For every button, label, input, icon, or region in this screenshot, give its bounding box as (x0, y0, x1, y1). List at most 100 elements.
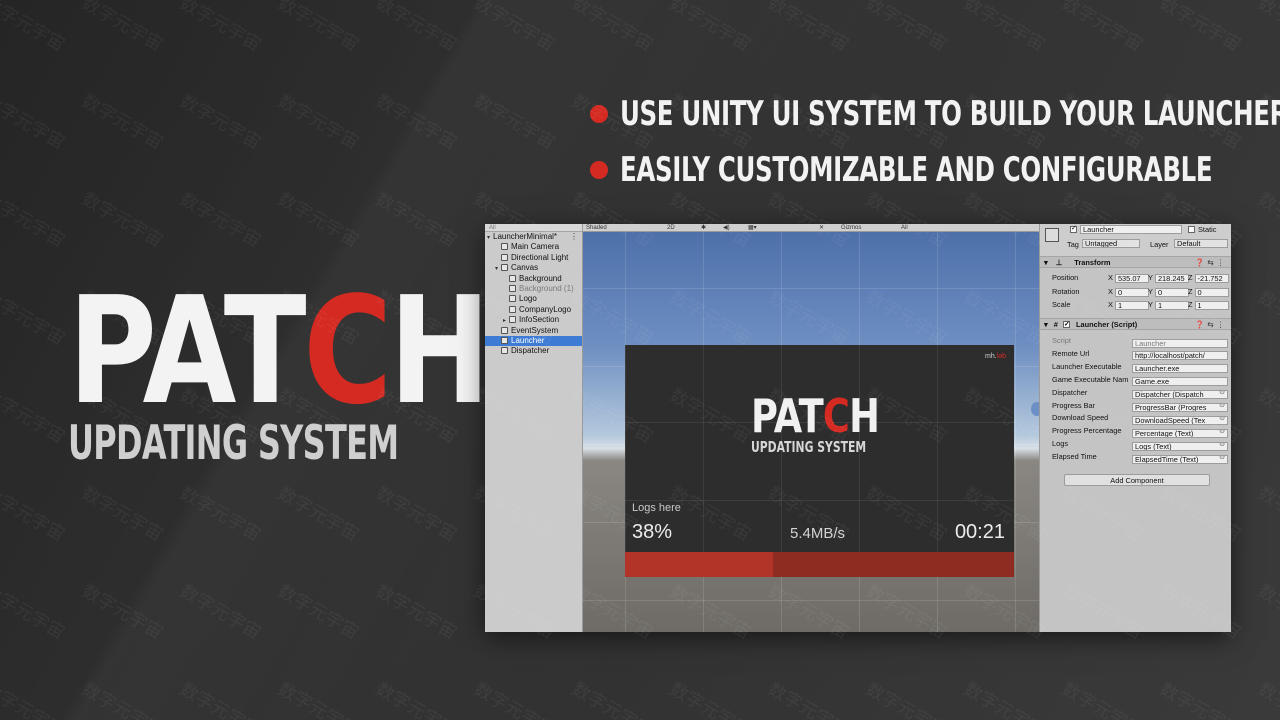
watermark-text: 数字元宇宙 (1254, 482, 1280, 546)
inspector-panel: Launcher Static Tag Untagged Layer Defau… (1039, 224, 1231, 632)
watermark-text: 数字元宇宙 (764, 678, 853, 720)
watermark-text: 数字元宇宙 (1254, 678, 1280, 720)
watermark-text: 数字元宇宙 (78, 678, 167, 720)
hierarchy-item-label: Directional Light (511, 252, 569, 262)
script-field-label: Logs (1052, 439, 1069, 449)
hierarchy-item-label: Canvas (511, 263, 539, 273)
scene-view[interactable]: Shaded 2D ✱ ◀) ▦▾ ✕ Gizmos All mh.lab PA… (583, 224, 1039, 632)
script-field-value[interactable]: Logs (Text) (1132, 441, 1228, 451)
active-checkbox[interactable] (1070, 224, 1077, 233)
watermark-text: 数字元宇宙 (1156, 678, 1245, 720)
hierarchy-item[interactable]: Launcher (485, 335, 582, 347)
foldout-arrow-icon[interactable]: ▾ (1044, 258, 1048, 267)
script-field-value[interactable]: Game.exe (1132, 377, 1228, 387)
script-field-value[interactable]: Percentage (Text) (1132, 428, 1228, 438)
watermark-text: 数字元宇宙 (0, 0, 69, 56)
script-field-value[interactable]: http://localhost/patch/ (1132, 351, 1228, 361)
watermark-text: 数字元宇宙 (274, 580, 363, 644)
watermark-text: 数字元宇宙 (0, 384, 69, 448)
feature-item: EASILY CUSTOMIZABLE AND CONFIGURABLE (590, 142, 1280, 198)
scale-y-field[interactable]: 1 (1154, 300, 1189, 310)
scale-z-field[interactable]: 1 (1194, 300, 1229, 310)
transform-header[interactable]: ▾ ⊥ Transform ❓⇆⋮ (1040, 256, 1231, 268)
hierarchy-item[interactable]: Main Camera (485, 242, 582, 252)
hierarchy-item-label: EventSystem (511, 325, 559, 335)
static-checkbox[interactable] (1188, 226, 1195, 233)
script-enabled-checkbox[interactable] (1062, 319, 1070, 330)
add-component-button[interactable]: Add Component (1064, 474, 1210, 486)
script-icon: # (1053, 320, 1058, 329)
gameobject-icon (501, 253, 508, 261)
script-field-value[interactable]: DownloadSpeed (Tex (1132, 415, 1228, 425)
shading-mode-dropdown[interactable]: Shaded (586, 224, 607, 232)
audio-toggle-icon[interactable]: ◀) (723, 224, 730, 232)
script-field-value[interactable]: Launcher.exe (1132, 364, 1228, 374)
hierarchy-item-label: LauncherMinimal* (493, 232, 558, 241)
watermark-text: 数字元宇宙 (1058, 0, 1147, 56)
hierarchy-item[interactable]: Dispatcher (485, 346, 582, 356)
hierarchy-item-label: Dispatcher (511, 346, 550, 356)
hierarchy-item[interactable]: ▸ InfoSection (485, 315, 582, 325)
lighting-toggle-icon[interactable]: ✱ (701, 224, 706, 232)
watermark-text: 数字元宇宙 (176, 0, 265, 56)
position-x-field[interactable]: 535.07 (1114, 273, 1149, 283)
hierarchy-item[interactable]: EventSystem (485, 326, 582, 336)
script-field-value[interactable]: ElapsedTime (Text) (1132, 454, 1228, 464)
hierarchy-item-label: Logo (519, 294, 537, 304)
script-field-value[interactable]: Launcher (1132, 338, 1228, 348)
position-row: Position X 535.07 Y 218.245 Z -21.752 (1040, 272, 1231, 285)
component-menu-icons[interactable]: ❓⇆⋮ (1195, 319, 1227, 330)
hierarchy-item[interactable]: ▾ Canvas (485, 263, 582, 273)
scene-gizmo-icon[interactable] (1031, 402, 1039, 416)
script-field-value[interactable]: ProgressBar (Progres (1132, 403, 1228, 413)
watermark-text: 数字元宇宙 (0, 90, 69, 154)
layer-dropdown[interactable]: Default (1174, 239, 1228, 248)
tag-dropdown[interactable]: Untagged (1082, 239, 1140, 248)
watermark-text: 数字元宇宙 (1156, 0, 1245, 56)
position-z-field[interactable]: -21.752 (1194, 273, 1229, 283)
scene-search-input[interactable]: All (901, 224, 908, 232)
hierarchy-search-input[interactable]: All (485, 224, 582, 232)
watermark-text: 数字元宇宙 (78, 482, 167, 546)
hierarchy-item[interactable]: ▾ LauncherMinimal* ⋮ (485, 232, 582, 242)
gizmos-dropdown[interactable]: Gizmos (841, 224, 861, 232)
launcher-logo-title: PATCH (751, 389, 880, 443)
hierarchy-item-label: CompanyLogo (519, 304, 572, 314)
script-field-value[interactable]: Dispatcher (Dispatch (1132, 390, 1228, 400)
watermark-text: 数字元宇宙 (176, 580, 265, 644)
script-field-label: Progress Percentage (1052, 426, 1122, 436)
launcher-logo-subtitle: UPDATING SYSTEM (751, 438, 867, 456)
scene-menu-icon[interactable]: ⋮ (570, 232, 578, 242)
watermark-text: 数字元宇宙 (1254, 580, 1280, 644)
watermark-text: 数字元宇宙 (176, 188, 265, 252)
component-menu-icons[interactable]: ❓⇆⋮ (1195, 257, 1227, 268)
rotation-z-field[interactable]: 0 (1194, 287, 1229, 297)
watermark-text: 数字元宇宙 (862, 678, 951, 720)
hierarchy-item[interactable]: Background (1) (485, 284, 582, 294)
hierarchy-item[interactable]: CompanyLogo (485, 305, 582, 315)
effects-dropdown-icon[interactable]: ▦▾ (748, 224, 757, 232)
watermark-text: 数字元宇宙 (568, 0, 657, 56)
scale-x-field[interactable]: 1 (1114, 300, 1149, 310)
watermark-text: 数字元宇宙 (372, 482, 461, 546)
foldout-arrow-icon[interactable]: ▾ (1044, 320, 1048, 329)
hierarchy-item[interactable]: Background (485, 274, 582, 284)
hierarchy-item-label: Launcher (511, 335, 545, 345)
mode-2d-toggle[interactable]: 2D (667, 224, 675, 232)
tag-label: Tag (1067, 240, 1079, 249)
watermark-text: 数字元宇宙 (78, 90, 167, 154)
watermark-text: 数字元宇宙 (568, 678, 657, 720)
rotation-y-field[interactable]: 0 (1154, 287, 1189, 297)
rotation-x-field[interactable]: 0 (1114, 287, 1149, 297)
watermark-text: 数字元宇宙 (274, 0, 363, 56)
launcher-script-header[interactable]: ▾ # Launcher (Script) ❓⇆⋮ (1040, 318, 1231, 330)
gameobject-icon (509, 305, 516, 313)
hierarchy-item[interactable]: Directional Light (485, 253, 582, 263)
hierarchy-item[interactable]: Logo (485, 294, 582, 304)
scene-toolbar: Shaded 2D ✱ ◀) ▦▾ ✕ Gizmos All (583, 224, 1039, 232)
object-name-field[interactable]: Launcher (1080, 225, 1182, 234)
gameobject-cube-icon (1045, 228, 1059, 242)
position-y-field[interactable]: 218.245 (1154, 273, 1189, 283)
logs-text: Logs here (632, 502, 681, 514)
tools-icon[interactable]: ✕ (819, 224, 824, 232)
